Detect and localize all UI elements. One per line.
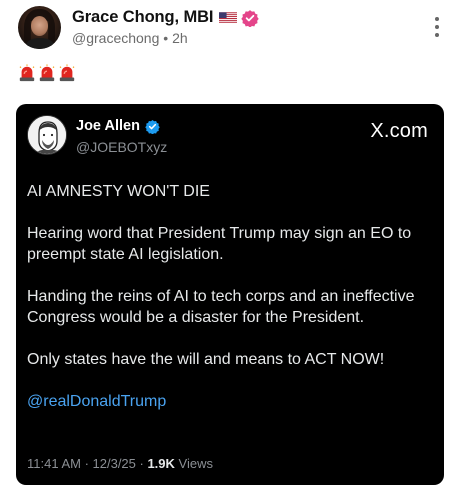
embed-meta: 11:41 AM · 12/3/25 · 1.9K Views: [27, 456, 213, 471]
x-com-logo[interactable]: X.com: [370, 120, 428, 143]
author-handle-row: @gracechong • 2h: [72, 30, 188, 46]
embed-post-text: AI AMNESTY WON'T DIE Hearing word that P…: [27, 181, 435, 433]
embed-paragraph: Handing the reins of AI to tech corps an…: [27, 288, 415, 326]
views-label: Views: [174, 456, 213, 471]
author-name-row: Grace Chong, MBI: [72, 8, 260, 27]
author-handle[interactable]: @gracechong: [72, 30, 159, 46]
embed-author-avatar[interactable]: [27, 115, 67, 155]
views-count: 1.9K: [147, 456, 175, 471]
sketch-portrait-icon: [28, 116, 66, 154]
embed-paragraph: Only states have the will and means to A…: [27, 351, 385, 368]
more-dot-icon: [435, 33, 439, 37]
author-display-name[interactable]: Grace Chong, MBI: [72, 8, 214, 27]
embed-author-handle[interactable]: @JOEBOTxyz: [76, 139, 167, 155]
embed-paragraph: Hearing word that President Trump may si…: [27, 225, 412, 263]
post-header: Grace Chong, MBI @gracechong • 2h: [14, 4, 447, 52]
embed-author-name[interactable]: Joe Allen: [76, 118, 140, 134]
siren-icon: [39, 64, 55, 82]
mention-link[interactable]: @realDonaldTrump: [27, 393, 166, 410]
verified-badge-icon: [145, 119, 160, 134]
embed-name-row: Joe Allen: [76, 118, 160, 134]
author-avatar[interactable]: [18, 6, 61, 49]
verified-badge-icon: [241, 9, 260, 27]
us-flag-icon: [219, 11, 238, 24]
embedded-post-card[interactable]: Joe Allen @JOEBOTxyz X.com AI AMNESTY WO…: [16, 104, 444, 485]
embed-paragraph: AI AMNESTY WON'T DIE: [27, 183, 210, 200]
more-dot-icon: [435, 17, 439, 21]
meta-separator: •: [163, 30, 169, 46]
post-body-emoji: [18, 64, 76, 82]
siren-icon: [59, 64, 75, 82]
siren-icon: [19, 64, 35, 82]
more-dot-icon: [435, 25, 439, 29]
more-options-button[interactable]: [427, 14, 447, 40]
post-time[interactable]: 2h: [172, 30, 188, 46]
embed-timestamp[interactable]: 11:41 AM · 12/3/25 ·: [27, 456, 147, 471]
